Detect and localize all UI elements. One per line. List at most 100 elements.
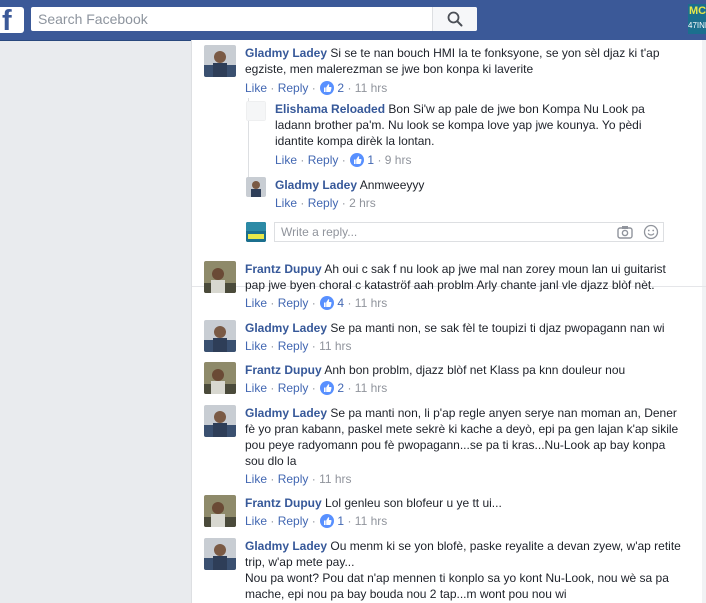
like-count[interactable]: 2: [337, 381, 344, 395]
timestamp[interactable]: 11 hrs: [319, 339, 351, 353]
reply-link[interactable]: Reply: [278, 81, 309, 95]
comment-actions: Like · Reply · 2 · 11 hrs: [245, 380, 387, 396]
comment-author[interactable]: Gladmy Ladey: [245, 321, 327, 335]
comment-body: Frantz Dupuy Anh bon problm, djazz blòf …: [245, 362, 681, 378]
avatar-photo: [204, 405, 236, 437]
comment-author[interactable]: Elishama Reloaded: [275, 102, 385, 116]
avatar[interactable]: [204, 495, 236, 527]
comment-body: Gladmy Ladey Si se te nan bouch HMI la t…: [245, 45, 695, 77]
comment: Gladmy Ladey Si se te nan bouch HMI la t…: [204, 45, 694, 97]
comment-actions: Like · Reply · 1 · 9 hrs: [275, 152, 411, 168]
comment-author[interactable]: Gladmy Ladey: [275, 178, 357, 192]
reply-link[interactable]: Reply: [308, 153, 339, 167]
comment-author[interactable]: Gladmy Ladey: [245, 46, 327, 60]
separator: ·: [311, 81, 316, 95]
separator: ·: [341, 153, 346, 167]
thumbs-up-icon: [320, 296, 335, 310]
reply: Gladmy Ladey Anmweeyyy Like · Reply · 2 …: [246, 177, 696, 213]
separator: ·: [270, 472, 275, 486]
avatar[interactable]: [204, 261, 236, 293]
separator: ·: [311, 339, 316, 353]
separator: ·: [311, 296, 316, 310]
comment-author[interactable]: Gladmy Ladey: [245, 406, 327, 420]
avatar[interactable]: [246, 177, 266, 197]
reply-link[interactable]: Reply: [278, 339, 309, 353]
reply-link[interactable]: Reply: [278, 296, 309, 310]
comment-actions: Like · Reply · 11 hrs: [245, 471, 352, 487]
like-link[interactable]: Like: [245, 339, 267, 353]
search-box: [31, 7, 477, 31]
like-link[interactable]: Like: [245, 514, 267, 528]
separator: ·: [341, 196, 346, 210]
comment-actions: Like · Reply · 2 · 11 hrs: [245, 80, 387, 96]
reply-input[interactable]: [275, 223, 595, 241]
avatar[interactable]: [204, 538, 236, 570]
comment-author[interactable]: Frantz Dupuy: [245, 262, 322, 276]
avatar[interactable]: [204, 45, 236, 77]
like-count[interactable]: 1: [337, 514, 344, 528]
separator: ·: [311, 514, 316, 528]
reply-link[interactable]: Reply: [278, 472, 309, 486]
my-avatar[interactable]: [246, 222, 266, 242]
like-link[interactable]: Like: [245, 472, 267, 486]
like-count[interactable]: 2: [337, 81, 344, 95]
separator: ·: [377, 153, 382, 167]
separator: ·: [347, 514, 352, 528]
comment-author[interactable]: Frantz Dupuy: [245, 363, 322, 377]
comment-author[interactable]: Gladmy Ladey: [245, 539, 327, 553]
comment: Gladmy Ladey Se pa manti non, se sak fèl…: [204, 320, 694, 356]
avatar[interactable]: [246, 101, 266, 121]
timestamp[interactable]: 11 hrs: [319, 472, 351, 486]
comment-text: Anh bon problm, djazz blòf net Klass pa …: [324, 363, 626, 377]
separator: ·: [270, 81, 275, 95]
comment: Frantz Dupuy Anh bon problm, djazz blòf …: [204, 362, 694, 398]
timestamp[interactable]: 11 hrs: [355, 514, 387, 528]
comments-panel: Gladmy Ladey Si se te nan bouch HMI la t…: [191, 40, 706, 603]
facebook-logo[interactable]: f: [0, 7, 24, 33]
separator: ·: [347, 381, 352, 395]
thumbs-up-icon: [320, 381, 335, 395]
comment-body: Gladmy Ladey Anmweeyyy: [275, 177, 678, 193]
avatar-photo: [246, 177, 266, 197]
search-button[interactable]: [432, 7, 477, 31]
reply-link[interactable]: Reply: [278, 381, 309, 395]
like-count[interactable]: 4: [337, 296, 344, 310]
avatar-photo: [246, 222, 266, 242]
comment-text: Anmweeyyy: [359, 178, 425, 192]
comment-body: Elishama Reloaded Bon Si'w ap pale de jw…: [275, 101, 678, 149]
thumbs-up-icon: [320, 514, 335, 528]
timestamp[interactable]: 11 hrs: [355, 81, 387, 95]
thumbs-up-icon: [320, 81, 335, 95]
separator: ·: [311, 381, 316, 395]
avatar[interactable]: [204, 320, 236, 352]
separator: ·: [300, 196, 305, 210]
comment-body: Frantz Dupuy Lol genleu son blofeur u ye…: [245, 495, 681, 511]
separator: ·: [347, 296, 352, 310]
timestamp[interactable]: 2 hrs: [349, 196, 376, 210]
like-link[interactable]: Like: [245, 296, 267, 310]
comment-author[interactable]: Frantz Dupuy: [245, 496, 322, 510]
timestamp[interactable]: 9 hrs: [385, 153, 412, 167]
like-link[interactable]: Like: [245, 381, 267, 395]
camera-icon[interactable]: [617, 225, 633, 239]
corner-profile-avatar[interactable]: MC 47INE: [688, 4, 706, 34]
reply-link[interactable]: Reply: [308, 196, 339, 210]
timestamp[interactable]: 11 hrs: [355, 381, 387, 395]
comment-body: Gladmy Ladey Se pa manti non, li p'ap re…: [245, 405, 681, 469]
avatar[interactable]: [204, 362, 236, 394]
comment-text: Lol genleu son blofeur u ye tt ui...: [325, 496, 502, 510]
avatar-photo: [204, 320, 236, 352]
timestamp[interactable]: 11 hrs: [355, 296, 387, 310]
like-link[interactable]: Like: [275, 196, 297, 210]
search-icon: [447, 11, 463, 27]
avatar[interactable]: [204, 405, 236, 437]
emoji-icon[interactable]: [643, 224, 659, 240]
comment: Frantz Dupuy Ah oui c sak f nu look ap j…: [204, 261, 694, 313]
reply-link[interactable]: Reply: [278, 514, 309, 528]
like-count[interactable]: 1: [367, 153, 374, 167]
comment-text-continued: Nou pa wont? Pou dat n'ap mennen ti konp…: [245, 571, 669, 601]
separator: ·: [311, 472, 316, 486]
like-link[interactable]: Like: [245, 81, 267, 95]
like-link[interactable]: Like: [275, 153, 297, 167]
search-input[interactable]: [31, 7, 427, 31]
